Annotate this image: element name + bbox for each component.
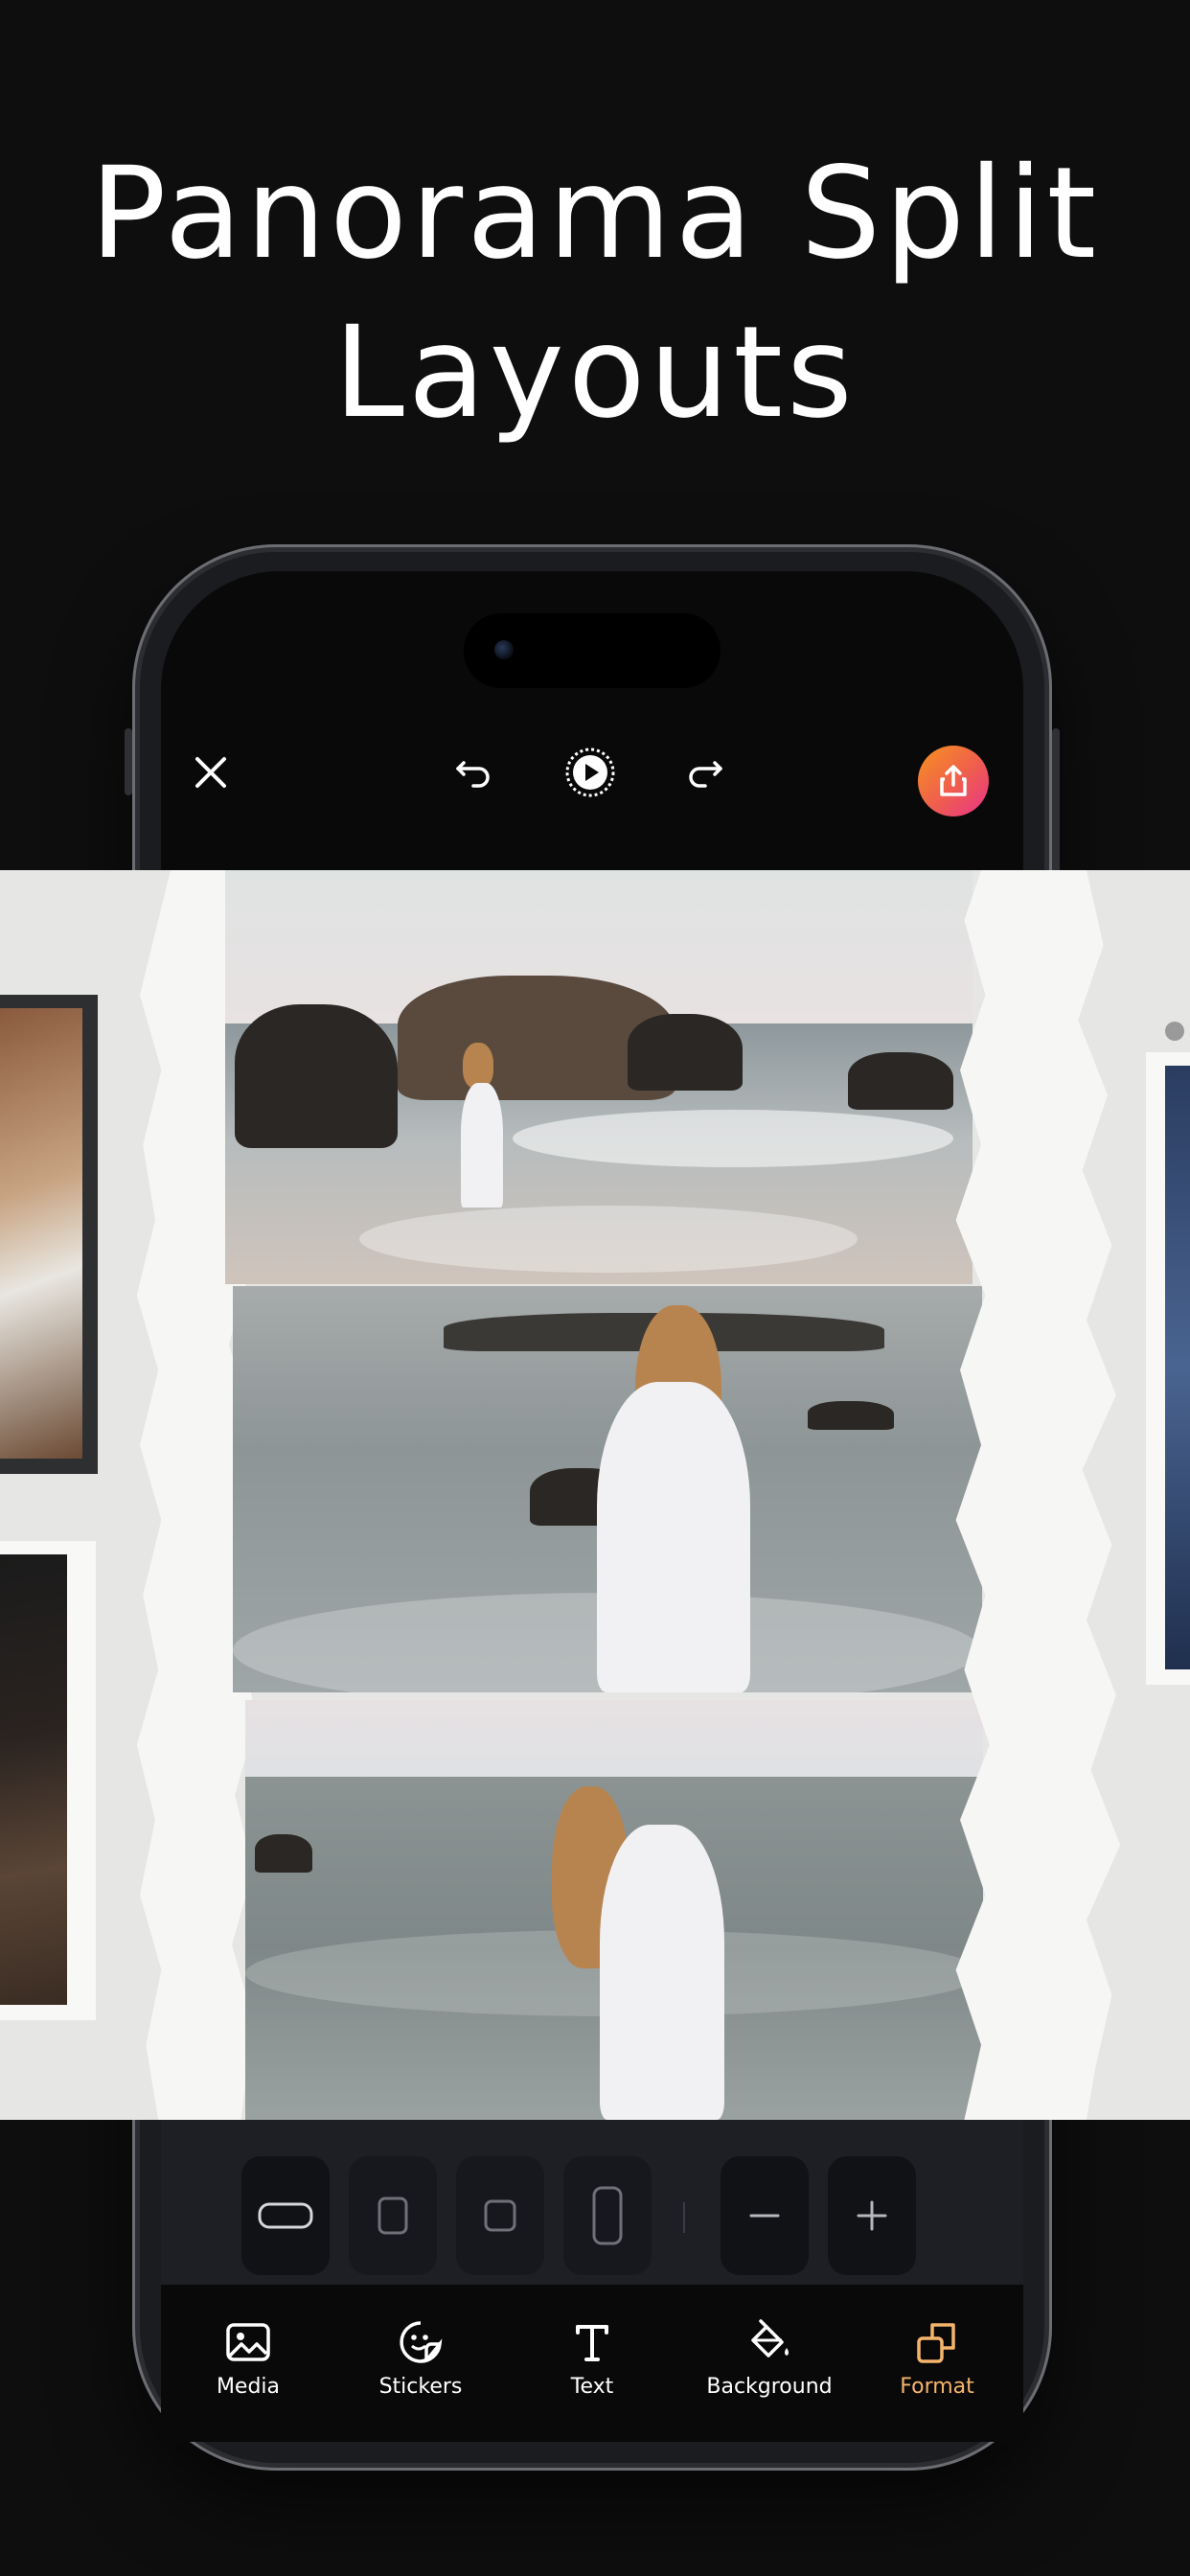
format-options-bar [161, 2120, 1023, 2285]
ratio-option-portrait[interactable] [349, 2156, 437, 2275]
redo-button[interactable] [676, 742, 734, 799]
collage-canvas[interactable] [0, 870, 1190, 2120]
tab-background-label: Background [706, 2375, 833, 2399]
play-icon [565, 748, 615, 797]
headline-line-1: Panorama Split [89, 140, 1101, 288]
close-icon [195, 757, 226, 788]
panorama-photo-top[interactable] [225, 870, 973, 1284]
image-icon [226, 2323, 270, 2361]
tab-media-label: Media [216, 2375, 281, 2399]
square-ratio-icon [484, 2199, 516, 2232]
undo-icon [456, 761, 490, 788]
wide-ratio-icon [258, 2202, 313, 2229]
panorama-photo-bottom[interactable] [245, 1700, 983, 2120]
side-photo-frame-coffee [0, 995, 98, 1474]
tab-media[interactable]: Media [176, 2319, 320, 2415]
side-photo-frame-sea [1146, 1052, 1190, 1685]
export-button[interactable] [918, 746, 989, 816]
front-camera [494, 640, 514, 659]
decrease-button[interactable] [721, 2156, 809, 2275]
minus-icon [749, 2214, 780, 2218]
increase-button[interactable] [828, 2156, 916, 2275]
paint-bucket-icon [751, 2319, 789, 2358]
tab-stickers-label: Stickers [378, 2375, 463, 2399]
tab-stickers[interactable]: Stickers [349, 2319, 492, 2415]
panorama-photo-middle[interactable] [233, 1286, 982, 1692]
tab-background[interactable]: Background [693, 2319, 846, 2415]
tab-text-label: Text [570, 2375, 614, 2399]
close-button[interactable] [182, 744, 240, 801]
pin-icon [1165, 1022, 1184, 1041]
play-button[interactable] [560, 742, 621, 803]
tab-format-label: Format [900, 2375, 974, 2399]
headline: Panorama Split Layouts [0, 134, 1190, 452]
text-icon [576, 2325, 608, 2361]
headline-line-2: Layouts [333, 299, 857, 447]
torn-paper-right [955, 870, 1121, 2120]
format-icon [917, 2323, 955, 2363]
redo-icon [689, 761, 722, 788]
phone-side-button-left [125, 728, 132, 795]
undo-button[interactable] [445, 742, 502, 799]
tall-ratio-icon [592, 2186, 623, 2245]
portrait-ratio-icon [378, 2196, 408, 2235]
side-photo-frame-interior [0, 1541, 96, 2020]
sticker-icon [400, 2321, 443, 2363]
ratio-option-tall[interactable] [563, 2156, 652, 2275]
bottom-tab-bar: Media Stickers Text Background Format [161, 2285, 1023, 2442]
ratio-option-wide[interactable] [241, 2156, 330, 2275]
format-divider [683, 2202, 685, 2233]
ratio-option-square[interactable] [456, 2156, 544, 2275]
plus-icon [857, 2200, 887, 2231]
tab-text[interactable]: Text [520, 2319, 664, 2415]
phone-side-button-right [1052, 728, 1060, 882]
share-export-icon [940, 765, 967, 796]
dynamic-island [464, 613, 721, 688]
tab-format[interactable]: Format [865, 2319, 1009, 2415]
